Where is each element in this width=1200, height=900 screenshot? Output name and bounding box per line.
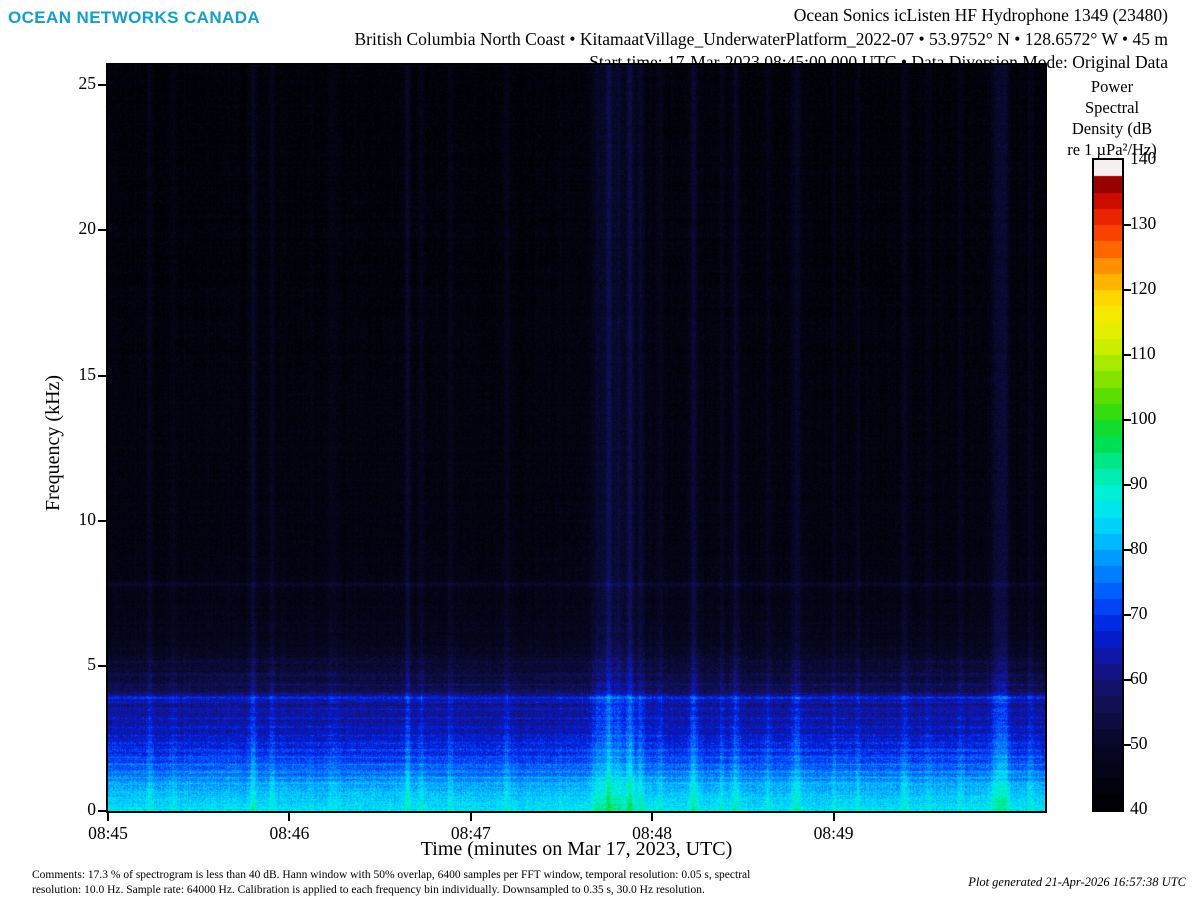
x-tick-mark (288, 813, 290, 821)
colorbar-tick-label: 100 (1130, 408, 1190, 429)
colorbar-title: Power Spectral Density (dB re 1 µPa²/Hz) (1042, 76, 1182, 160)
colorbar-tick-label: 120 (1130, 278, 1190, 299)
x-tick-mark (107, 813, 109, 821)
spectrogram-page: OCEAN NETWORKS CANADA Ocean Sonics icLis… (0, 0, 1200, 900)
colorbar-gradient (1094, 160, 1122, 810)
y-tick-mark (98, 665, 106, 667)
y-tick-mark (98, 810, 106, 812)
spectrogram-heatmap (108, 65, 1045, 811)
colorbar-tick-label: 40 (1130, 798, 1190, 819)
onc-logo: OCEAN NETWORKS CANADA (8, 8, 260, 28)
y-tick-mark (98, 375, 106, 377)
colorbar-tick-label: 50 (1130, 733, 1190, 754)
generated-timestamp: Plot generated 21-Apr-2026 16:57:38 UTC (968, 875, 1186, 890)
y-axis-label: Frequency (kHz) (40, 248, 66, 638)
y-tick-mark (98, 84, 106, 86)
y-tick-label: 25 (36, 73, 96, 94)
colorbar-tick-label: 60 (1130, 668, 1190, 689)
x-tick-mark (833, 813, 835, 821)
plot-area (106, 63, 1047, 813)
x-tick-mark (470, 813, 472, 821)
colorbar-tick-label: 80 (1130, 538, 1190, 559)
x-axis-label: Time (minutes on Mar 17, 2023, UTC) (108, 838, 1045, 861)
y-tick-label: 10 (36, 509, 96, 530)
y-tick-label: 20 (36, 218, 96, 239)
header-line-location: British Columbia North Coast • KitamaatV… (354, 28, 1168, 52)
colorbar-tick-label: 130 (1130, 213, 1190, 234)
colorbar-tick-label: 70 (1130, 603, 1190, 624)
y-tick-label: 15 (36, 364, 96, 385)
y-tick-label: 5 (36, 654, 96, 675)
y-tick-mark (98, 520, 106, 522)
comments-text: Comments: 17.3 % of spectrogram is less … (32, 868, 892, 898)
y-tick-label: 0 (36, 799, 96, 820)
y-tick-mark (98, 229, 106, 231)
header-line-device: Ocean Sonics icListen HF Hydrophone 1349… (354, 4, 1168, 28)
colorbar-tick-label: 90 (1130, 473, 1190, 494)
colorbar-tick-label: 110 (1130, 343, 1190, 364)
colorbar (1092, 158, 1124, 812)
x-tick-mark (651, 813, 653, 821)
